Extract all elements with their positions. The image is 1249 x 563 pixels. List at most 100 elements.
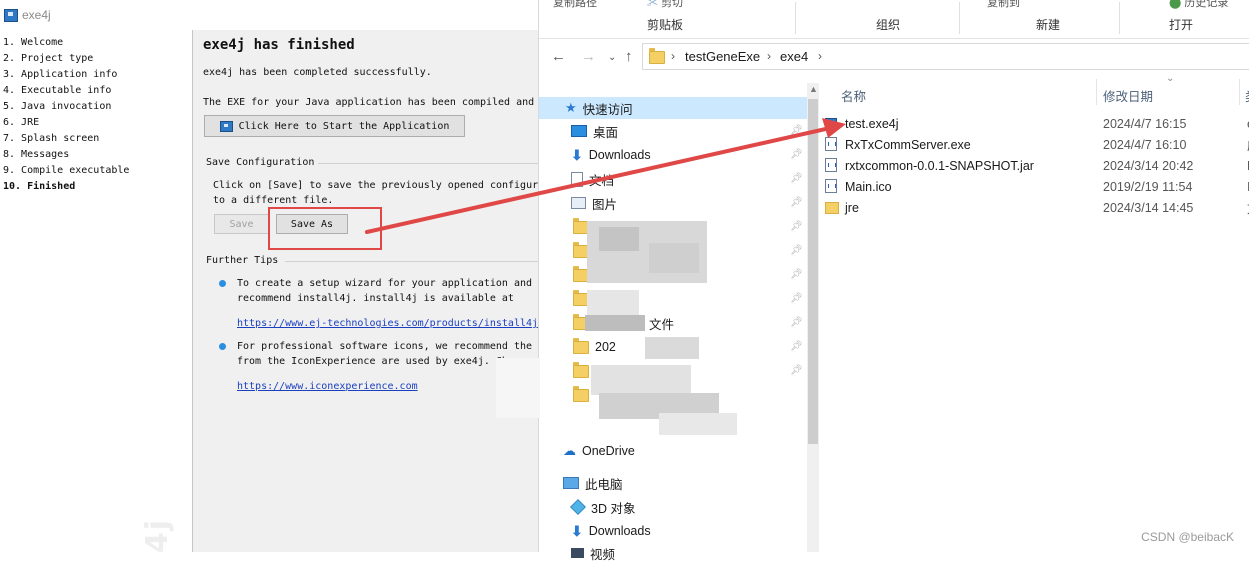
nav-folder-7[interactable] xyxy=(573,361,589,381)
recent-chevron-icon[interactable]: ⌄ xyxy=(608,52,616,63)
ribbon-group-clipboard: 剪贴板 xyxy=(647,18,684,32)
exe-file-icon xyxy=(825,137,837,151)
step-executable-info[interactable]: 4. Executable info xyxy=(3,84,111,98)
nav-documents[interactable]: 文档 xyxy=(571,169,614,189)
nav-desktop-label: 桌面 xyxy=(593,125,619,140)
back-arrow-icon[interactable]: ← xyxy=(551,48,566,65)
start-application-button[interactable]: Click Here to Start the Application xyxy=(204,115,465,137)
nav-downloads-label: Downloads xyxy=(588,148,651,162)
step-jre[interactable]: 6. JRE xyxy=(3,116,39,130)
picture-icon xyxy=(571,197,586,209)
file-row[interactable]: Main.ico 2019/2/19 11:54 I xyxy=(821,176,1249,197)
download-arrow-icon: ⬇ xyxy=(571,522,583,539)
privacy-blur xyxy=(591,365,691,395)
nav-quick-access[interactable]: ★ 快速访问 xyxy=(565,98,633,118)
nav-downloads[interactable]: ⬇ Downloads xyxy=(571,145,651,165)
finished-panel: exe4j has finished exe4j has been comple… xyxy=(193,30,540,552)
nav-videos-label: 视频 xyxy=(590,547,616,562)
folder-icon xyxy=(573,361,589,378)
privacy-blur xyxy=(649,243,699,273)
pin-icon[interactable]: 📌︎ xyxy=(790,197,803,208)
column-header-name[interactable]: 名称 xyxy=(841,86,866,105)
ico-file-icon xyxy=(825,179,837,193)
step-welcome[interactable]: 1. Welcome xyxy=(3,36,63,50)
computer-icon xyxy=(563,477,579,489)
file-row[interactable]: rxtxcommon-0.0.1-SNAPSHOT.jar 2024/3/14 … xyxy=(821,155,1249,176)
file-name: rxtxcommon-0.0.1-SNAPSHOT.jar xyxy=(845,158,1034,173)
breadcrumb-exe4[interactable]: exe4 xyxy=(780,49,808,64)
step-splash-screen[interactable]: 7. Splash screen xyxy=(3,132,99,146)
nav-this-pc-label: 此电脑 xyxy=(585,477,623,492)
pin-icon[interactable]: 📌︎ xyxy=(790,293,803,304)
wizard-steps: 1. Welcome 2. Project type 3. Applicatio… xyxy=(0,30,192,553)
exe4j-icon xyxy=(219,120,233,132)
step-compile-executable[interactable]: 9. Compile executable xyxy=(3,164,129,178)
ribbon-copy-to[interactable]: 复制到 xyxy=(987,0,1020,10)
file-row[interactable]: RxTxCommServer.exe 2024/4/7 16:10 应 xyxy=(821,134,1249,155)
pin-icon[interactable]: 📌︎ xyxy=(790,365,803,376)
iconexperience-link[interactable]: https://www.iconexperience.com xyxy=(237,381,418,392)
pin-icon[interactable]: 📌︎ xyxy=(790,221,803,232)
ribbon-copy-path[interactable]: 复制路径 xyxy=(553,0,597,10)
sort-chevron-icon: ⌄ xyxy=(1166,73,1175,84)
file-name: test.exe4j xyxy=(845,116,899,131)
column-separator[interactable] xyxy=(1096,79,1097,105)
download-arrow-icon: ⬇ xyxy=(571,146,583,163)
column-header-type[interactable]: 类 xyxy=(1245,86,1249,105)
file-date: 2019/2/19 11:54 xyxy=(1103,179,1193,194)
pin-icon[interactable]: 📌︎ xyxy=(790,269,803,280)
ribbon-cut-label: 剪切 xyxy=(661,0,684,9)
group-divider xyxy=(285,261,540,262)
save-config-line1: Click on [Save] to save the previously o… xyxy=(213,180,539,191)
pin-icon[interactable]: 📌︎ xyxy=(790,317,803,328)
save-button[interactable]: Save xyxy=(214,214,269,234)
ribbon-history[interactable]: ⬤ 历史记录 xyxy=(1169,0,1228,10)
nav-folder-8[interactable] xyxy=(573,385,589,405)
folder-icon xyxy=(573,337,589,354)
cloud-icon: ☁ xyxy=(563,443,576,458)
pin-icon[interactable]: 📌︎ xyxy=(790,149,803,160)
nav-videos[interactable]: 视频 xyxy=(571,543,615,563)
nav-downloads-pc-label: Downloads xyxy=(588,524,651,538)
nav-desktop[interactable]: 桌面 xyxy=(571,121,618,141)
file-row[interactable]: jre 2024/3/14 14:45 文 xyxy=(821,197,1249,218)
forward-arrow-icon[interactable]: → xyxy=(581,48,596,65)
pin-icon[interactable]: 📌︎ xyxy=(790,341,803,352)
group-divider xyxy=(318,163,540,164)
breadcrumb-chevron-icon[interactable]: › xyxy=(818,49,822,63)
ribbon-cut[interactable]: ✂ 剪切 xyxy=(647,0,683,10)
breadcrumb-chevron-icon[interactable]: › xyxy=(671,49,675,63)
tip1-line1: To create a setup wizard for your applic… xyxy=(237,278,533,289)
step-java-invocation[interactable]: 5. Java invocation xyxy=(3,100,111,114)
nav-pictures[interactable]: 图片 xyxy=(571,193,617,213)
scroll-up-arrow-icon[interactable]: ▲ xyxy=(809,84,818,94)
pin-icon[interactable]: 📌︎ xyxy=(790,173,803,184)
folder-icon xyxy=(825,202,839,214)
breadcrumb-chevron-icon[interactable]: › xyxy=(767,49,771,63)
step-application-info[interactable]: 3. Application info xyxy=(3,68,117,82)
tip2-line1: For professional software icons, we reco… xyxy=(237,341,540,352)
nav-downloads-pc[interactable]: ⬇ Downloads xyxy=(571,521,651,541)
step-finished[interactable]: 10. Finished xyxy=(3,180,75,194)
pin-icon[interactable]: 📌︎ xyxy=(790,245,803,256)
nav-documents-label: 文档 xyxy=(589,173,615,188)
column-separator[interactable] xyxy=(1239,79,1240,105)
step-messages[interactable]: 8. Messages xyxy=(3,148,69,162)
nav-onedrive[interactable]: ☁ OneDrive xyxy=(563,441,635,461)
install4j-link[interactable]: https://www.ej-technologies.com/products… xyxy=(237,318,538,329)
pin-icon[interactable]: 📌︎ xyxy=(790,125,803,136)
address-input[interactable]: › testGeneExe › exe4 › xyxy=(642,43,1249,70)
file-date: 2024/3/14 20:42 xyxy=(1103,158,1194,173)
nav-scrollbar-thumb[interactable] xyxy=(808,99,818,444)
folder-icon xyxy=(573,385,589,402)
up-arrow-icon[interactable]: ↑ xyxy=(625,48,633,65)
breadcrumb-testgeneexe[interactable]: testGeneExe xyxy=(685,49,760,64)
step-project-type[interactable]: 2. Project type xyxy=(3,52,93,66)
nav-3d-objects[interactable]: 3D 对象 xyxy=(570,497,635,517)
nav-this-pc[interactable]: 此电脑 xyxy=(563,473,623,493)
column-header-date[interactable]: 修改日期 xyxy=(1103,86,1153,105)
nav-folder-6[interactable]: 202 xyxy=(573,337,616,357)
ribbon-group-organize: 组织 xyxy=(876,18,901,32)
window-title: exe4j xyxy=(22,8,51,22)
file-row[interactable]: test.exe4j 2024/4/7 16:15 e xyxy=(821,113,1249,134)
